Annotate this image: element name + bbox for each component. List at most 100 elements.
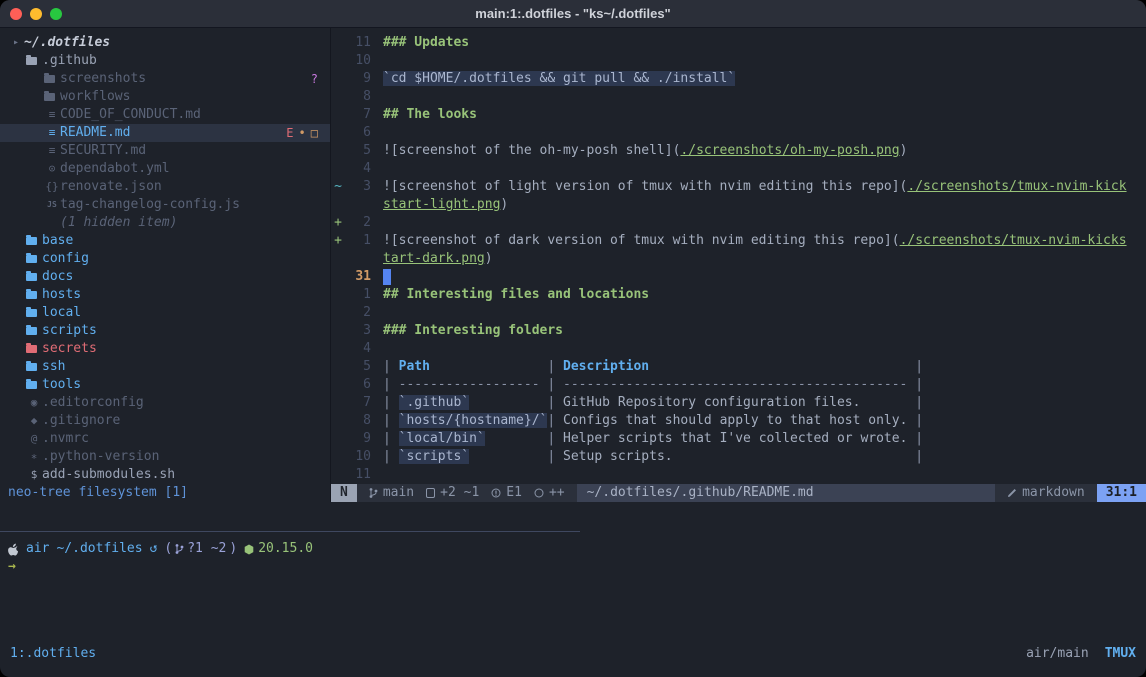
star-file-icon: ∗ [26, 448, 42, 466]
tree-item[interactable]: $add-submodules.sh [0, 466, 330, 484]
text-segment: | [383, 359, 399, 374]
tree-item[interactable]: ◉.editorconfig [0, 394, 330, 412]
diagnostics-count: E1 [506, 484, 522, 502]
node-hexagon-icon [244, 544, 254, 555]
js-file-icon: JS [44, 196, 60, 214]
text-segment: ![screenshot of light version of tmux wi… [383, 179, 907, 194]
shell-input-line[interactable]: → [8, 558, 1146, 576]
editor-line[interactable]: ~3![screenshot of light version of tmux … [331, 178, 1146, 196]
tree-item[interactable]: JStag-changelog-config.js [0, 196, 330, 214]
editor-line[interactable]: 8| `hosts/{hostname}/`| Configs that sho… [331, 412, 1146, 430]
line-text [383, 160, 1146, 178]
editor-line[interactable]: 4 [331, 160, 1146, 178]
editor-line[interactable]: 7## The looks [331, 106, 1146, 124]
tree-item[interactable]: local [0, 304, 330, 322]
git-status-markers: ? [311, 70, 330, 88]
minimize-button[interactable] [30, 8, 42, 20]
tree-item[interactable]: workflows [0, 88, 330, 106]
tree-item[interactable]: ⊙dependabot.yml [0, 160, 330, 178]
line-text: ## Interesting files and locations [383, 286, 1146, 304]
text-segment: ./screenshots/tmux-nvim-kick [907, 179, 1126, 194]
line-number: 5 [345, 142, 371, 160]
editor-line[interactable]: 9| `local/bin` | Helper scripts that I'v… [331, 430, 1146, 448]
tree-item[interactable]: config [0, 250, 330, 268]
window-title: main:1:.dotfiles - "ks~/.dotfiles" [0, 6, 1146, 21]
git-sign: + [331, 214, 345, 232]
close-button[interactable] [10, 8, 22, 20]
tree-item[interactable]: scripts [0, 322, 330, 340]
editor-line[interactable]: +1![screenshot of dark version of tmux w… [331, 232, 1146, 250]
tree-item[interactable]: (1 hidden item) [0, 214, 330, 232]
editor-line[interactable]: 4 [331, 340, 1146, 358]
line-number: 1 [345, 232, 371, 250]
line-text [383, 52, 1146, 70]
editor-line[interactable]: 6| ------------------ | ----------------… [331, 376, 1146, 394]
tree-item[interactable]: tools [0, 376, 330, 394]
editor-line[interactable]: 31 [331, 268, 1146, 286]
git-status-icon: □ [311, 124, 318, 142]
editor-line[interactable]: 8 [331, 88, 1146, 106]
tree-item[interactable]: @.nvmrc [0, 430, 330, 448]
editor-line[interactable]: 5![screenshot of the oh-my-posh shell](.… [331, 142, 1146, 160]
tree-item[interactable]: ◆.gitignore [0, 412, 330, 430]
editor-line[interactable]: 2 [331, 304, 1146, 322]
editor-line[interactable]: tart-dark.png) [331, 250, 1146, 268]
git-sign [331, 70, 345, 88]
text-segment: `scripts` [399, 449, 469, 464]
tree-item[interactable]: base [0, 232, 330, 250]
git-branch-segment[interactable]: main [369, 484, 414, 502]
shell-pane[interactable]: air ~/.dotfiles ↺ ( ?1 ~2 ) 20.15.0 → [0, 532, 1146, 576]
tree-item[interactable]: ≡CODE_OF_CONDUCT.md [0, 106, 330, 124]
editor-line[interactable]: 10| `scripts` | Setup scripts. | [331, 448, 1146, 466]
tree-item-label: config [42, 250, 89, 268]
tree-item[interactable]: hosts [0, 286, 330, 304]
tmux-host-branch: air/main [1026, 645, 1089, 663]
tree-item-label: tools [42, 376, 81, 394]
tree-item[interactable]: {}renovate.json [0, 178, 330, 196]
tree-item[interactable]: screenshots? [0, 70, 330, 88]
tree-item[interactable]: .github [0, 52, 330, 70]
zoom-button[interactable] [50, 8, 62, 20]
tmux-session-tab[interactable]: 1:.dotfiles [10, 645, 96, 663]
editor-line[interactable]: +2 [331, 214, 1146, 232]
pencil-icon [1007, 488, 1017, 498]
text-segment: Setup scripts. [563, 449, 673, 464]
editor-line[interactable]: start-light.png) [331, 196, 1146, 214]
prompt-arrow-icon: → [8, 558, 16, 576]
shell-prompt: air ~/.dotfiles ↺ ( ?1 ~2 ) 20.15.0 [8, 540, 1146, 558]
git-sign [331, 34, 345, 52]
diagnostics-icon [491, 488, 501, 498]
git-sign [331, 268, 345, 286]
editor-line[interactable]: 7| `.github` | GitHub Repository configu… [331, 394, 1146, 412]
editor-line[interactable]: 1## Interesting files and locations [331, 286, 1146, 304]
tree-item-label: .gitignore [42, 412, 120, 430]
tree-item[interactable]: ≡SECURITY.md [0, 142, 330, 160]
editor-line[interactable]: 3### Interesting folders [331, 322, 1146, 340]
tree-item[interactable]: docs [0, 268, 330, 286]
editor-line[interactable]: 11 [331, 466, 1146, 484]
tree-item[interactable]: ▸~/.dotfiles [0, 34, 330, 52]
text-segment: ### Interesting folders [383, 323, 563, 338]
file-tree: ▸~/.dotfiles.githubscreenshots?workflows… [0, 34, 330, 484]
tree-item-label: workflows [60, 88, 130, 106]
diagnostics-segment[interactable]: E1 [491, 484, 522, 502]
filetype-segment: markdown [1007, 484, 1085, 502]
tree-item[interactable]: ≡README.mdE•□ [0, 124, 330, 142]
tree-item-label: tag-changelog-config.js [60, 196, 240, 214]
editor-line[interactable]: 11### Updates [331, 34, 1146, 52]
statusline: N main +2 ~1 E1 [330, 484, 1146, 502]
editor-pane[interactable]: 11### Updates109`cd $HOME/.dotfiles && g… [330, 28, 1146, 484]
tree-item-label: local [42, 304, 81, 322]
tree-item[interactable]: ∗.python-version [0, 448, 330, 466]
editor-line[interactable]: 10 [331, 52, 1146, 70]
git-status-counts: ?1 ~2 [187, 540, 226, 558]
line-text: ## The looks [383, 106, 1146, 124]
text-segment: ./screenshots/tmux-nvim-kicks [900, 233, 1127, 248]
editor-line[interactable]: 9`cd $HOME/.dotfiles && git pull && ./in… [331, 70, 1146, 88]
chevron-icon: ▸ [8, 34, 24, 52]
tree-item[interactable]: secrets [0, 340, 330, 358]
tree-item[interactable]: ssh [0, 358, 330, 376]
editor-line[interactable]: 5| Path | Description | [331, 358, 1146, 376]
line-number: 10 [345, 52, 371, 70]
editor-line[interactable]: 6 [331, 124, 1146, 142]
